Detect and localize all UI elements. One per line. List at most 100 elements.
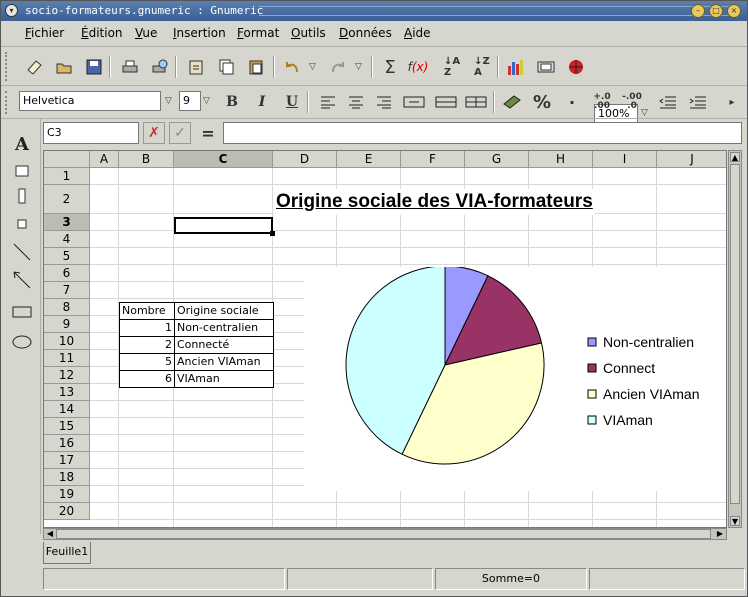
currency-icon[interactable] [501, 91, 523, 113]
menu-donnees[interactable]: Données [339, 26, 392, 40]
increase-decimals-button[interactable]: +.0 .00 [591, 91, 613, 113]
new-file-icon[interactable] [23, 56, 45, 78]
horizontal-scroll-thumb[interactable] [56, 529, 711, 539]
title-bar[interactable]: ▾ socio-formateurs.gnumeric : Gnumeric –… [1, 1, 747, 21]
print-preview-icon[interactable] [149, 56, 171, 78]
font-size-combo[interactable]: 9 [179, 91, 201, 111]
cancel-edit-button[interactable]: ✗ [143, 122, 165, 144]
row-header-8[interactable]: 8 [44, 299, 90, 316]
redo-dropdown-icon[interactable]: ▽ [355, 62, 362, 72]
increase-indent-icon[interactable] [687, 91, 709, 113]
spreadsheet-grid[interactable]: A B C D E F G H I J 1 2 3 4 5 6 7 8 9 10 11 12 13 14 1… [43, 150, 727, 528]
column-header-f[interactable]: F [401, 151, 465, 168]
row-header-7[interactable]: 7 [44, 282, 90, 299]
rectangle-tool-icon[interactable] [11, 301, 33, 323]
bold-button[interactable]: B [221, 91, 243, 113]
cut-icon[interactable] [185, 56, 207, 78]
decrease-indent-icon[interactable] [657, 91, 679, 113]
row-header-4[interactable]: 4 [44, 231, 90, 248]
save-file-icon[interactable] [83, 56, 105, 78]
sort-descending-icon[interactable]: ↓Z A [471, 56, 493, 78]
vertical-scrollbar[interactable]: ▲ ▼ [728, 150, 742, 528]
row-header-10[interactable]: 10 [44, 333, 90, 350]
column-header-b[interactable]: B [119, 151, 174, 168]
arrow-tool-icon[interactable] [11, 269, 33, 291]
size-dropdown-icon[interactable]: ▽ [203, 96, 210, 106]
row-header-17[interactable]: 17 [44, 452, 90, 469]
column-header-c[interactable]: C [174, 151, 273, 168]
table-cell-nombre[interactable]: 5 [120, 354, 175, 371]
italic-button[interactable]: I [251, 91, 273, 113]
vertical-scroll-thumb[interactable] [730, 164, 740, 504]
table-header-nombre[interactable]: Nombre [120, 303, 175, 320]
copy-icon[interactable] [215, 56, 237, 78]
column-header-i[interactable]: I [593, 151, 657, 168]
decrease-decimals-button[interactable]: -.00 .0 [621, 91, 643, 113]
toolbar-handle[interactable] [5, 52, 11, 81]
menu-fichier[interactable]: Fichier [25, 26, 64, 40]
table-cell-nombre[interactable]: 6 [120, 371, 175, 388]
align-center-icon[interactable] [345, 91, 367, 113]
toolbar-handle[interactable] [5, 91, 11, 114]
row-header-14[interactable]: 14 [44, 401, 90, 418]
scroll-up-icon[interactable]: ▲ [730, 152, 740, 162]
window-menu-icon[interactable]: ▾ [5, 4, 18, 17]
insert-component-icon[interactable] [565, 56, 587, 78]
edit-formula-button[interactable]: = [197, 122, 219, 144]
open-file-icon[interactable] [53, 56, 75, 78]
table-cell-nombre[interactable]: 1 [120, 320, 175, 337]
line-tool-icon[interactable] [11, 241, 33, 263]
font-name-combo[interactable]: Helvetica [19, 91, 161, 111]
table-header-origine[interactable]: Origine sociale [175, 303, 274, 320]
sort-ascending-icon[interactable]: ↓A Z [441, 56, 463, 78]
scroll-right-icon[interactable]: ▶ [715, 529, 725, 539]
cell-reference-box[interactable]: C3 [43, 122, 139, 144]
chart-icon[interactable] [505, 56, 527, 78]
sheet-tab-feuille1[interactable]: Feuille1 [43, 542, 91, 564]
center-across-icon[interactable] [435, 91, 457, 113]
button-tool-icon[interactable] [11, 185, 33, 207]
checkbox-tool-icon[interactable] [11, 213, 33, 235]
row-header-11[interactable]: 11 [44, 350, 90, 367]
row-header-13[interactable]: 13 [44, 384, 90, 401]
menu-format[interactable]: Format [237, 26, 279, 40]
maximize-icon[interactable]: □ [709, 4, 723, 18]
text-tool-icon[interactable]: A [11, 133, 33, 155]
column-header-g[interactable]: G [465, 151, 529, 168]
row-header-18[interactable]: 18 [44, 469, 90, 486]
close-icon[interactable]: × [727, 4, 741, 18]
pie-chart[interactable]: Non-centralien Connect Ancien VIAman VIAman [304, 267, 727, 491]
selected-cell-c3[interactable] [174, 217, 275, 236]
font-dropdown-icon[interactable]: ▽ [165, 96, 172, 106]
row-header-6[interactable]: 6 [44, 265, 90, 282]
ellipse-tool-icon[interactable] [11, 331, 33, 353]
column-header-j[interactable]: J [657, 151, 726, 168]
merge-cells-icon[interactable] [403, 91, 425, 113]
align-left-icon[interactable] [317, 91, 339, 113]
menu-vue[interactable]: Vue [135, 26, 157, 40]
scroll-left-icon[interactable]: ◀ [45, 529, 55, 539]
column-header-e[interactable]: E [337, 151, 401, 168]
minimize-icon[interactable]: – [691, 4, 705, 18]
table-cell-origine[interactable]: Connecté [175, 337, 274, 354]
menu-outils[interactable]: Outils [291, 26, 326, 40]
row-header-12[interactable]: 12 [44, 367, 90, 384]
table-cell-origine[interactable]: VIAman [175, 371, 274, 388]
accept-edit-button[interactable]: ✓ [169, 122, 191, 144]
undo-icon[interactable] [281, 56, 303, 78]
row-header-5[interactable]: 5 [44, 248, 90, 265]
menu-insertion[interactable]: Insertion [173, 26, 226, 40]
row-header-19[interactable]: 19 [44, 486, 90, 503]
row-header-16[interactable]: 16 [44, 435, 90, 452]
row-header-1[interactable]: 1 [44, 168, 90, 185]
print-icon[interactable] [119, 56, 141, 78]
row-header-20[interactable]: 20 [44, 503, 90, 520]
undo-dropdown-icon[interactable]: ▽ [309, 62, 316, 72]
column-header-d[interactable]: D [273, 151, 337, 168]
redo-icon[interactable] [327, 56, 349, 78]
paste-icon[interactable] [245, 56, 267, 78]
toolbar-more-icon[interactable]: ▸ [721, 91, 743, 113]
split-cells-icon[interactable] [465, 91, 487, 113]
row-header-15[interactable]: 15 [44, 418, 90, 435]
menu-edition[interactable]: Édition [81, 26, 123, 40]
